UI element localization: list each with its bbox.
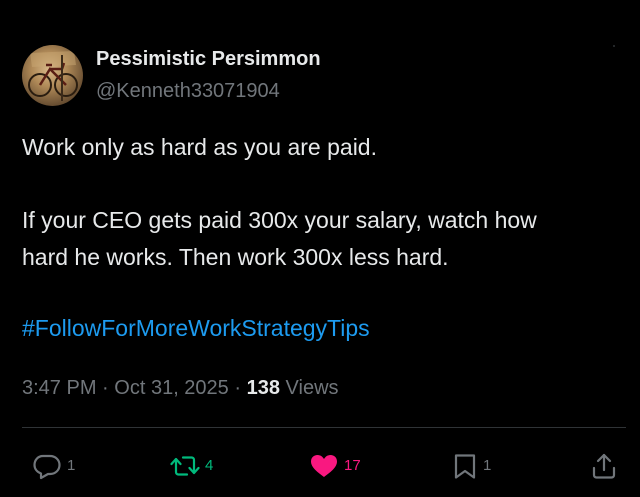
retweet-count: 4 (205, 457, 214, 474)
post-meta: 3:47 PM · Oct 31, 2025 · 138 Views (22, 376, 339, 400)
heart-icon (311, 455, 337, 477)
retweet-icon (170, 456, 200, 476)
share-button[interactable] (590, 452, 618, 480)
display-name[interactable]: Pessimistic Persimmon (96, 48, 321, 71)
views-count: 138 (246, 377, 280, 399)
more-options-icon[interactable] (612, 44, 616, 48)
meta-separator: · (102, 377, 109, 399)
divider (22, 427, 626, 428)
views-label: Views (285, 377, 339, 399)
reply-icon (33, 454, 61, 480)
retweet-button[interactable]: 4 (170, 452, 213, 480)
post-text-line: If your CEO gets paid 300x your salary, … (22, 207, 537, 233)
hashtag-link[interactable]: #FollowForMoreWorkStrategyTips (22, 314, 370, 342)
reply-button[interactable]: 1 (32, 452, 75, 480)
post-date[interactable]: Oct 31, 2025 (114, 377, 229, 399)
like-count: 17 (344, 457, 361, 474)
bookmark-count: 1 (483, 457, 492, 474)
post-text-line: Work only as hard as you are paid. (22, 134, 377, 160)
bookmark-icon (454, 454, 476, 479)
bookmark-button[interactable]: 1 (452, 452, 491, 480)
bicycle-photo-icon (28, 51, 78, 101)
share-icon (592, 453, 616, 479)
tweet: Pessimistic Persimmon @Kenneth33071904 W… (0, 0, 640, 497)
like-button[interactable]: 17 (309, 452, 361, 480)
meta-separator: · (234, 377, 242, 399)
reply-count: 1 (67, 457, 76, 474)
post-text-line: hard he works. Then work 300x less hard. (22, 244, 449, 270)
user-handle[interactable]: @Kenneth33071904 (96, 80, 280, 103)
post-time[interactable]: 3:47 PM (22, 377, 96, 399)
avatar[interactable] (22, 45, 83, 106)
